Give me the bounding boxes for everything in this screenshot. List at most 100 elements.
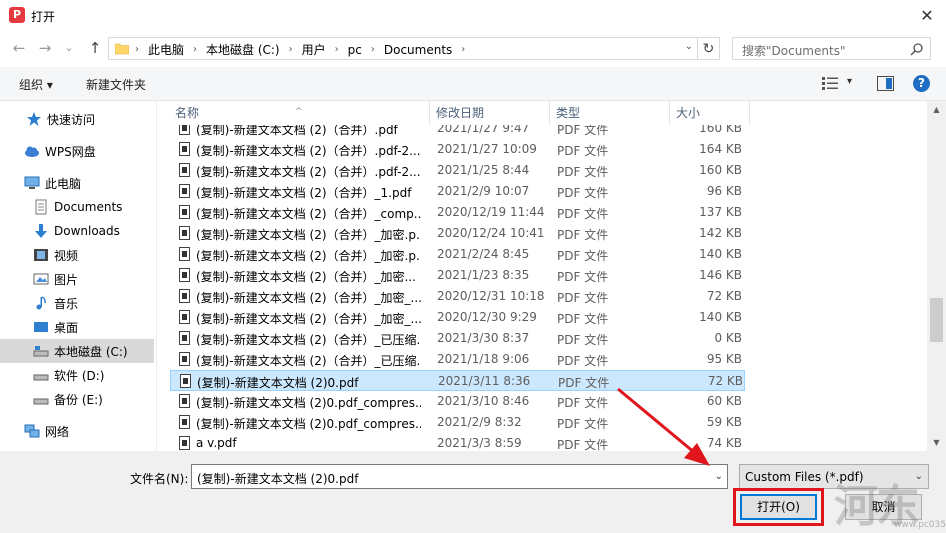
organize-button[interactable]: 组织 ▾ [19,76,53,93]
nav-item-videos[interactable]: 视频 [0,243,154,267]
chevron-down-icon[interactable]: ⌄ [685,41,693,52]
preview-pane-icon[interactable] [877,76,894,91]
nav-item-backup-e[interactable]: 备份 (E:) [0,387,154,411]
file-size-cell: 0 KB [714,331,742,345]
column-header-size[interactable]: 大小 [670,101,750,125]
file-type-cell: PDF 文件 [557,186,609,200]
close-icon[interactable]: ✕ [912,3,942,29]
new-folder-button[interactable]: 新建文件夹 [86,76,146,93]
column-header-type[interactable]: 类型 [550,101,670,125]
command-bar: 组织 ▾ 新建文件夹 ▾ ? [0,67,946,101]
nav-item-quick-access[interactable]: 快速访问 [0,107,154,131]
nav-item-pictures[interactable]: 图片 [0,267,154,291]
breadcrumb-this-pc[interactable]: 此电脑 [148,41,184,58]
scroll-down-icon[interactable]: ▼ [927,434,946,451]
address-bar[interactable]: › 此电脑 › 本地磁盘 (C:) › 用户 › pc › Documents … [108,37,698,60]
table-row[interactable]: (复制)-新建文本文档 (2)0.pdf_compres... 2021/2/9 … [157,412,747,433]
file-name-cell: (复制)-新建文本文档 (2)（合并）_加密.p... [196,249,421,263]
table-row[interactable]: (复制)-新建文本文档 (2)0.pdf_compres... 2021/3/10… [157,391,747,412]
table-row[interactable]: (复制)-新建文本文档 (2)（合并）_已压缩... 2021/3/30 8:37… [157,328,747,349]
folder-icon [115,43,129,55]
nav-item-label: 快速访问 [47,112,96,127]
picture-icon [33,273,49,285]
table-row[interactable]: (复制)-新建文本文档 (2)0.pdf 2021/3/11 8:36 PDF 文件… [170,370,745,391]
table-row[interactable]: (复制)-新建文本文档 (2)（合并）_加密_... 2020/12/30 9:2… [157,307,747,328]
nav-item-label: Downloads [54,224,120,238]
drive-icon [33,374,49,381]
drive-icon [33,398,49,405]
nav-item-label: 此电脑 [45,176,82,191]
table-row[interactable]: (复制)-新建文本文档 (2)（合并）_加密.p... 2020/12/24 10… [157,223,747,244]
pdf-file-icon [179,352,190,366]
file-name-cell: a v.pdf [196,436,237,450]
up-arrow-icon[interactable]: ↑ [86,38,104,58]
chevron-down-icon[interactable]: ⌄ [715,471,723,482]
file-size-cell: 140 KB [699,247,742,261]
table-row[interactable]: (复制)-新建文本文档 (2)（合并）_加密_... 2020/12/31 10:… [157,286,747,307]
search-input[interactable]: 搜索"Documents" [732,37,931,60]
nav-item-label: Documents [54,200,123,214]
file-type-cell: PDF 文件 [557,249,609,263]
nav-item-network[interactable]: 网络 [0,419,154,443]
file-date-cell: 2020/12/31 10:18 [437,289,545,303]
nav-item-music[interactable]: 音乐 [0,291,154,315]
table-row[interactable]: (复制)-新建文本文档 (2)（合并）_1.pdf 2021/2/9 10:07 P… [157,181,747,202]
column-header-name[interactable]: 名称 ^ [157,101,430,125]
scroll-up-icon[interactable]: ▲ [927,101,946,118]
table-row[interactable]: a v.pdf 2021/3/3 8:59 PDF 文件 74 KB [157,433,747,451]
pdf-file-icon [179,394,190,408]
file-type-cell: PDF 文件 [557,165,609,179]
breadcrumb-pc[interactable]: pc [348,43,362,57]
file-date-cell: 2020/12/30 9:29 [437,310,537,324]
refresh-icon[interactable]: ↻ [698,37,720,60]
desktop-icon [34,322,48,332]
pdf-file-icon [179,247,190,261]
nav-item-documents[interactable]: Documents [0,195,154,219]
pdf-file-icon [179,184,190,198]
breadcrumb-separator-icon[interactable]: › [193,44,197,55]
breadcrumb-documents[interactable]: Documents [384,43,452,57]
pdf-file-icon [180,374,191,388]
table-row[interactable]: (复制)-新建文本文档 (2)（合并）.pdf-2... 2021/1/25 8:… [157,160,747,181]
file-name-cell: (复制)-新建文本文档 (2)（合并）.pdf-2... [196,144,421,158]
file-name-cell: (复制)-新建文本文档 (2)（合并）_加密... [196,270,416,284]
back-arrow-icon[interactable]: ← [10,38,28,58]
table-row[interactable]: (复制)-新建文本文档 (2)（合并）_已压缩... 2021/1/18 9:06… [157,349,747,370]
column-header-date[interactable]: 修改日期 [430,101,550,125]
filename-field[interactable]: (复制)-新建文本文档 (2)0.pdf ⌄ [191,464,728,489]
vertical-scrollbar[interactable]: ▲ ▼ [927,101,946,451]
drive-icon [33,346,49,357]
recent-locations-icon[interactable]: ⌄ [60,38,78,58]
breadcrumb-users[interactable]: 用户 [302,41,326,58]
nav-item-this-pc[interactable]: 此电脑 [0,171,154,195]
file-size-cell: 74 KB [706,436,742,450]
view-options-icon[interactable] [822,76,838,91]
help-icon[interactable]: ? [913,75,930,92]
nav-item-downloads[interactable]: Downloads [0,219,154,243]
file-size-cell: 146 KB [699,268,742,282]
breadcrumb-separator-icon[interactable]: › [371,44,375,55]
forward-arrow-icon[interactable]: → [36,38,54,58]
file-name-cell: (复制)-新建文本文档 (2)（合并）_1.pdf [196,186,412,200]
breadcrumb-separator-icon[interactable]: › [289,44,293,55]
file-size-cell: 59 KB [706,415,742,429]
breadcrumb-separator-icon[interactable]: › [461,44,465,55]
breadcrumb-local-disk[interactable]: 本地磁盘 (C:) [206,41,280,58]
pdf-file-icon [179,205,190,219]
table-row[interactable]: (复制)-新建文本文档 (2)（合并）_comp... 2020/12/19 11… [157,202,747,223]
pdf-file-icon [179,268,190,282]
nav-item-local-disk-c[interactable]: 本地磁盘 (C:) [0,339,154,363]
table-row[interactable]: (复制)-新建文本文档 (2)（合并）_加密.p... 2021/2/24 8:4… [157,244,747,265]
nav-item-wps-cloud[interactable]: WPS网盘 [0,139,154,163]
file-date-cell: 2021/2/9 10:07 [437,184,530,198]
file-name-cell: (复制)-新建文本文档 (2)（合并）_已压缩... [196,333,421,347]
scroll-thumb[interactable] [930,298,943,342]
table-row[interactable]: (复制)-新建文本文档 (2)（合并）.pdf-2... 2021/1/27 10… [157,139,747,160]
search-placeholder: 搜索"Documents" [742,44,846,58]
table-row[interactable]: (复制)-新建文本文档 (2)（合并）_加密... 2021/1/23 8:35 P… [157,265,747,286]
nav-item-software-d[interactable]: 软件 (D:) [0,363,154,387]
view-dropdown-icon[interactable]: ▾ [847,76,852,87]
file-date-cell: 2021/3/3 8:59 [437,436,522,450]
breadcrumb-separator-icon[interactable]: › [335,44,339,55]
nav-item-desktop[interactable]: 桌面 [0,315,154,339]
